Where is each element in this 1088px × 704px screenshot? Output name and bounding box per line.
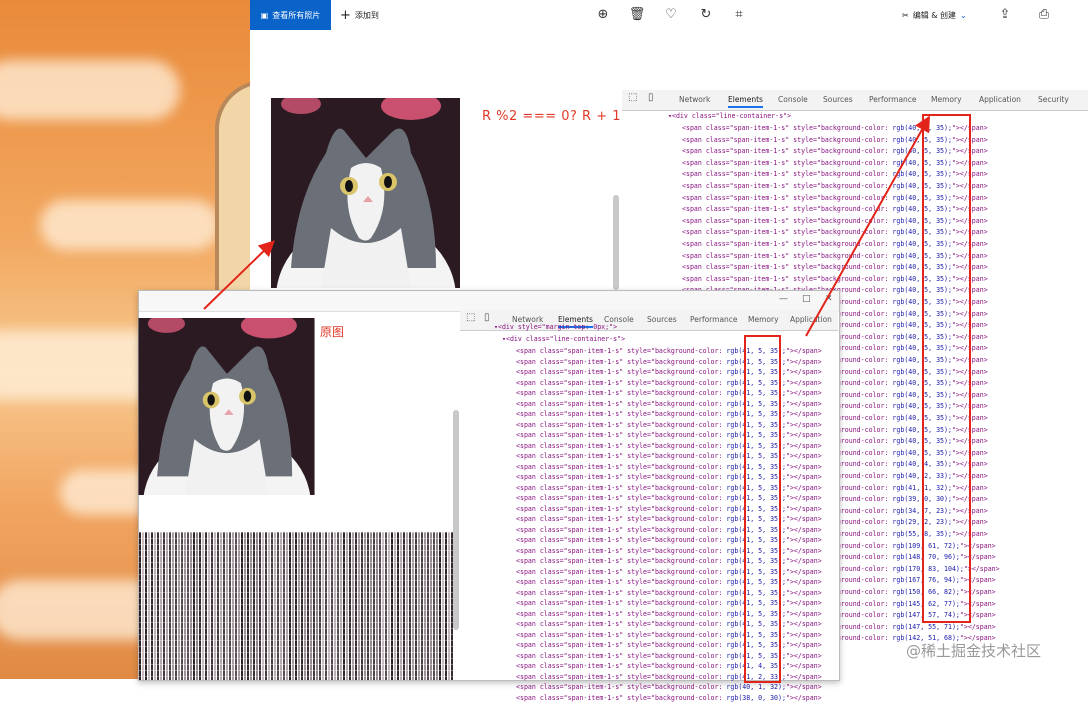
rgb-value: rgb(40, 1, 32); (726, 683, 786, 691)
arrow-to-top-values (806, 119, 928, 336)
annotation-arrows (0, 0, 1088, 679)
rgb-value: rgb(38, 0, 30); (726, 694, 786, 702)
dom-span-line[interactable]: <span class="span-item-1-s" style="backg… (516, 693, 822, 704)
watermark: @稀土掘金技术社区 (906, 640, 1041, 661)
arrow-to-top-image (204, 243, 272, 309)
